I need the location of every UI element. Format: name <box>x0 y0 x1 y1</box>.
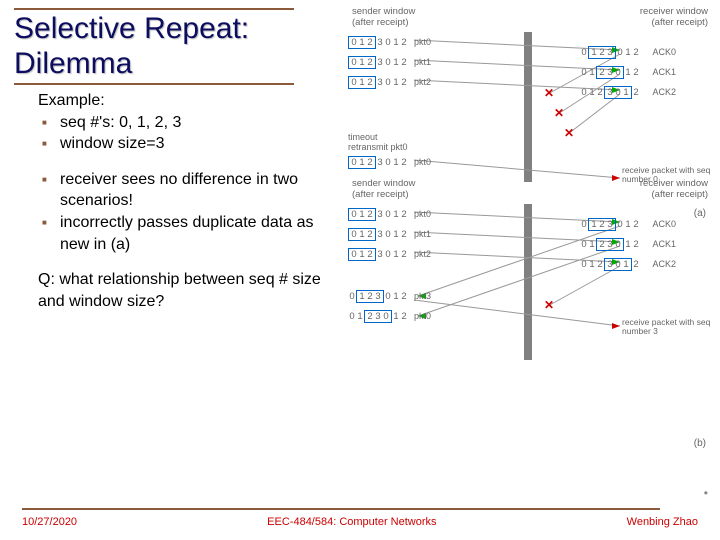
scenario-a: sender window (after receipt) receiver w… <box>348 6 712 92</box>
seq-a-s0: 0123012 <box>348 36 408 49</box>
ack1-b: ACK1 <box>646 239 676 249</box>
x-lost-2: ✕ <box>554 106 564 120</box>
bullet-window: window size=3 <box>60 133 328 155</box>
timeout-label: timeout retransmit pkt0 <box>348 132 408 152</box>
pkt1-b: pkt1 <box>408 229 431 239</box>
ack0-label: ACK0 <box>646 47 676 57</box>
seq-a-r2: 0123012 <box>580 86 640 99</box>
pkt0-label: pkt0 <box>408 37 431 47</box>
footer-date: 10/27/2020 <box>22 516 77 528</box>
example-label: Example: <box>38 90 328 112</box>
scenario-b-label: (b) <box>694 438 706 449</box>
seq-b-r0: 0123012 <box>580 218 640 231</box>
sr-diagram: sender window (after receipt) receiver w… <box>348 6 712 272</box>
title-line-1: Selective Repeat: <box>14 12 249 45</box>
pkt3-b: pkt3 <box>408 291 431 301</box>
seq-a-r0: 0123012 <box>580 46 640 59</box>
pkt1-label: pkt1 <box>408 57 431 67</box>
sender-header-b: sender window (after receipt) <box>352 178 523 200</box>
page-marker: • <box>704 486 708 500</box>
text-content: Example: seq #'s: 0, 1, 2, 3 window size… <box>38 90 328 312</box>
footer-author: Wenbing Zhao <box>627 516 698 528</box>
seq-b-s1: 0123012 <box>348 228 408 241</box>
x-lost-3: ✕ <box>564 126 574 140</box>
rx-text-b: receive packet with seq number 3 <box>622 318 714 337</box>
ack0-b: ACK0 <box>646 219 676 229</box>
bullet-seqnums: seq #'s: 0, 1, 2, 3 <box>60 112 328 134</box>
pkt0-retx-label: pkt0 <box>408 157 431 167</box>
footer: 10/27/2020 EEC-484/584: Computer Network… <box>0 516 720 528</box>
bullet-incorrect: incorrectly passes duplicate data as new… <box>60 212 328 255</box>
pkt0-b: pkt0 <box>408 209 431 219</box>
seq-a-r1: 0123012 <box>580 66 640 79</box>
receiver-header: receiver window (after receipt) <box>537 6 708 28</box>
seq-a-s1: 0123012 <box>348 56 408 69</box>
pkt2-b: pkt2 <box>408 249 431 259</box>
scenario-b: sender window (after receipt) receiver w… <box>348 178 712 326</box>
footer-course: EEC-484/584: Computer Networks <box>267 516 436 528</box>
title-line-2: Dilemma <box>14 47 132 80</box>
ack1-label: ACK1 <box>646 67 676 77</box>
seq-a-s2: 0123012 <box>348 76 408 89</box>
pkt2-label: pkt2 <box>408 77 431 87</box>
pkt0-b2: pkt0 <box>408 311 431 321</box>
seq-a-s4: 0123012 <box>348 156 408 169</box>
sender-header: sender window (after receipt) <box>352 6 523 28</box>
ack2-label: ACK2 <box>646 87 676 97</box>
bullet-nodiff: receiver sees no difference in two scena… <box>60 169 328 212</box>
slide-title: Selective Repeat: Dilemma <box>14 8 294 85</box>
seq-b-s0: 0123012 <box>348 208 408 221</box>
bullet-group-1: seq #'s: 0, 1, 2, 3 window size=3 <box>38 112 328 155</box>
seq-b-s4: 0123012 <box>348 310 408 323</box>
receiver-header-b: receiver window (after receipt) <box>537 178 708 200</box>
ack2-b: ACK2 <box>646 259 676 269</box>
bullet-group-2: receiver sees no difference in two scena… <box>38 169 328 255</box>
question-text: Q: what relationship between seq # size … <box>38 269 328 312</box>
seq-b-r1: 0123012 <box>580 238 640 251</box>
seq-b-r2: 0123012 <box>580 258 640 271</box>
seq-b-s3: 0123012 <box>348 290 408 303</box>
seq-b-s2: 0123012 <box>348 248 408 261</box>
